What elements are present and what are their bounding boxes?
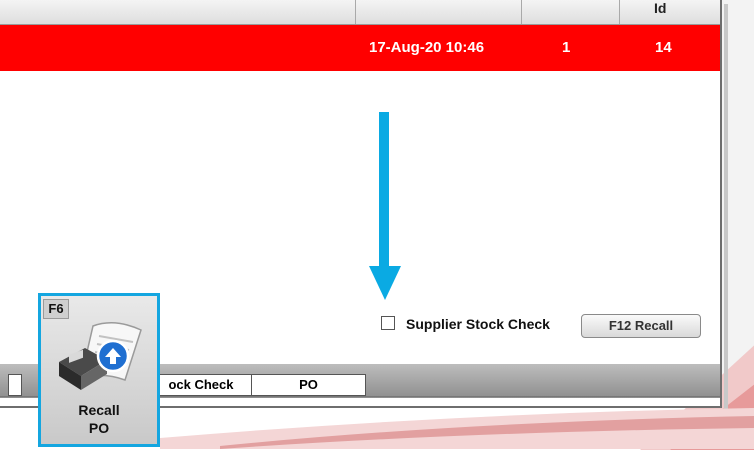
row-date-cell: 17-Aug-20 10:46 [369,39,485,56]
background-swoosh-bottom [160,408,754,449]
bottom-tab-stock-check[interactable]: ock Check [150,374,252,396]
f6-recall-po-button[interactable]: F6 Recall PO [38,293,160,447]
table-header: Id [0,0,720,25]
column-separator [521,0,522,24]
column-separator [619,0,620,24]
annotation-arrow-shaft [379,112,389,270]
recall-po-icon [59,322,142,390]
f12-recall-button[interactable]: F12 Recall [581,314,701,338]
table-row-selected[interactable]: 17-Aug-20 10:46 1 14 [0,25,720,71]
column-separator [355,0,356,24]
row-count-cell: 1 [562,39,571,56]
bottom-tab-edge[interactable] [8,374,22,396]
annotation-arrow-head [369,266,401,300]
row-id-cell: 14 [655,39,672,56]
column-header-id[interactable]: Id [654,0,666,16]
f6-label-line1: Recall [78,402,120,418]
supplier-stock-check-checkbox[interactable] [381,316,395,330]
f6-label-line2: PO [88,420,110,436]
bottom-tab-po[interactable]: PO [251,374,366,396]
supplier-stock-check-label: Supplier Stock Check [406,316,550,332]
dialog-shadow [724,4,728,410]
f6-key-badge: F6 [43,299,69,319]
